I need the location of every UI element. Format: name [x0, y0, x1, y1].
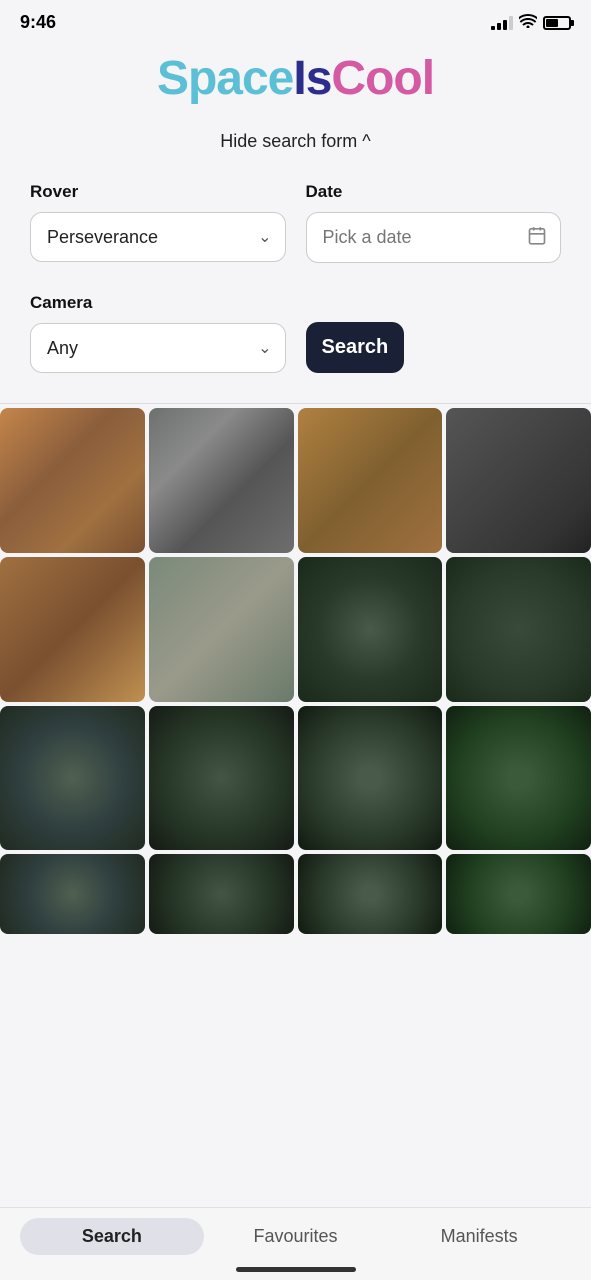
photo-cell[interactable] [0, 706, 145, 851]
date-group: Date [306, 182, 562, 263]
photo-cell[interactable] [446, 706, 591, 851]
wifi-icon [519, 14, 537, 31]
form-row-camera-search: Camera Any FHAZ RHAZ MAST CHEMCAM MAHLI … [30, 293, 561, 373]
date-input[interactable] [306, 212, 562, 263]
camera-select-wrapper: Any FHAZ RHAZ MAST CHEMCAM MAHLI MARDI N… [30, 323, 286, 373]
photo-cell[interactable] [0, 408, 145, 553]
photo-partial-row [0, 854, 591, 1034]
title-cool: Cool [331, 52, 434, 105]
photo-cell[interactable] [446, 854, 591, 934]
camera-select[interactable]: Any FHAZ RHAZ MAST CHEMCAM MAHLI MARDI N… [30, 323, 286, 373]
search-form: Rover Perseverance Curiosity Opportunity… [0, 172, 591, 403]
nav-item-favourites[interactable]: Favourites [204, 1218, 388, 1255]
rover-label: Rover [30, 182, 286, 202]
nav-item-search[interactable]: Search [20, 1218, 204, 1255]
photo-cell[interactable] [149, 408, 294, 553]
nav-manifests-label: Manifests [441, 1226, 518, 1246]
title-is: Is [293, 52, 331, 105]
photo-cell[interactable] [149, 706, 294, 851]
title-space: Space [157, 52, 293, 105]
toggle-form-section: Hide search form ^ [0, 121, 591, 172]
camera-group: Camera Any FHAZ RHAZ MAST CHEMCAM MAHLI … [30, 293, 286, 373]
photo-cell[interactable] [298, 854, 443, 934]
nav-item-manifests[interactable]: Manifests [387, 1218, 571, 1255]
rover-select-wrapper: Perseverance Curiosity Opportunity Spiri… [30, 212, 286, 262]
photo-cell[interactable] [298, 408, 443, 553]
nav-favourites-label: Favourites [253, 1226, 337, 1246]
photo-cell[interactable] [446, 557, 591, 702]
photo-cell[interactable] [298, 557, 443, 702]
form-row-rover-date: Rover Perseverance Curiosity Opportunity… [30, 182, 561, 263]
photo-grid [0, 404, 591, 854]
battery-icon [543, 16, 571, 30]
photo-cell[interactable] [0, 854, 145, 934]
date-input-wrapper [306, 212, 562, 263]
photo-cell[interactable] [298, 706, 443, 851]
camera-label: Camera [30, 293, 286, 313]
rover-select[interactable]: Perseverance Curiosity Opportunity Spiri… [30, 212, 286, 262]
signal-icon [491, 16, 513, 30]
rover-group: Rover Perseverance Curiosity Opportunity… [30, 182, 286, 263]
photo-cell[interactable] [149, 854, 294, 934]
photo-cell[interactable] [149, 557, 294, 702]
date-label: Date [306, 182, 562, 202]
toggle-form-button[interactable]: Hide search form ^ [220, 131, 371, 152]
photo-cell[interactable] [446, 408, 591, 553]
app-title: SpaceIsCool [20, 51, 571, 106]
status-bar: 9:46 [0, 0, 591, 41]
search-button[interactable]: Search [306, 322, 405, 373]
home-indicator [236, 1267, 356, 1272]
app-header: SpaceIsCool [0, 41, 591, 121]
photo-cell[interactable] [0, 557, 145, 702]
search-button-group: Search [306, 322, 562, 373]
status-time: 9:46 [20, 12, 56, 33]
status-icons [491, 14, 571, 31]
nav-search-label: Search [82, 1226, 142, 1246]
